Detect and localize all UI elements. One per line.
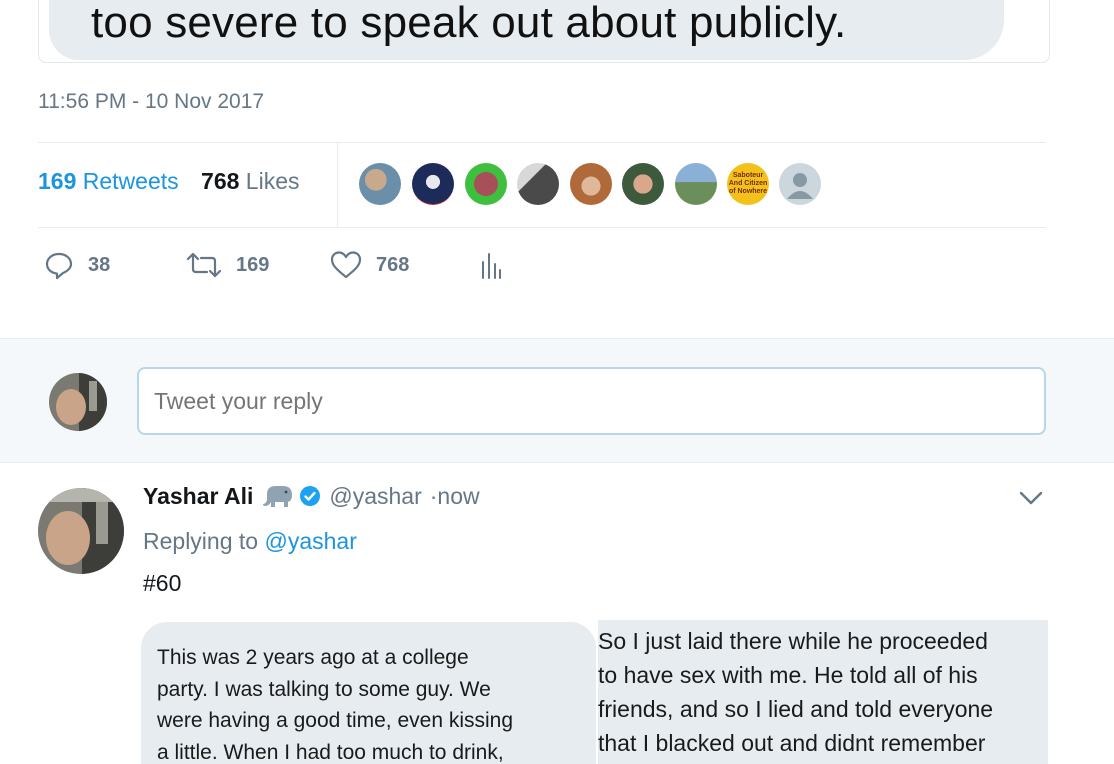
- attached-screenshot-left[interactable]: This was 2 years ago at a college party.…: [141, 622, 596, 764]
- tweet-timestamp[interactable]: 11:56 PM - 10 Nov 2017: [38, 90, 264, 114]
- like-button[interactable]: 768: [330, 250, 409, 280]
- like-count: 768: [376, 253, 410, 276]
- reply-icon: [45, 252, 73, 280]
- avatar-liker-9-default[interactable]: [779, 163, 821, 205]
- author-handle[interactable]: @yashar: [329, 483, 421, 510]
- retweets-stat[interactable]: 169 Retweets: [38, 168, 179, 194]
- replying-to-mention[interactable]: @yashar: [264, 528, 356, 554]
- avatar-liker-1[interactable]: [359, 163, 401, 205]
- retweet-icon: [186, 252, 222, 278]
- tweet-text: #60: [143, 570, 182, 596]
- replying-to: Replying to @yashar: [143, 528, 357, 554]
- chevron-down-icon[interactable]: [1018, 487, 1044, 514]
- divider: [38, 227, 1046, 228]
- likes-stat[interactable]: 768 Likes: [185, 168, 299, 194]
- tweet-time[interactable]: ·now: [430, 483, 480, 510]
- avatar-liker-7[interactable]: [675, 163, 717, 205]
- screenshot-right-text: So I just laid there while he proceeded …: [598, 628, 994, 756]
- avatar-liker-4[interactable]: [517, 163, 559, 205]
- quoted-text: too severe to speak out about publicly.: [91, 0, 847, 47]
- tweet-stats: 169 Retweets 768 Likes: [38, 168, 300, 195]
- avatar-liker-2[interactable]: [412, 163, 454, 205]
- analytics-icon: [482, 253, 501, 279]
- current-user-avatar[interactable]: [49, 373, 107, 431]
- verified-badge-icon: [300, 486, 321, 506]
- attached-screenshot-right[interactable]: So I just laid there while he proceeded …: [598, 620, 1048, 764]
- reply-count: 38: [88, 253, 111, 276]
- author-avatar[interactable]: [38, 488, 124, 574]
- reply-composer: [0, 338, 1114, 463]
- retweet-count: 169: [236, 253, 270, 276]
- tweet-header: Yashar Ali @yashar ·now: [143, 482, 480, 510]
- avatar-liker-6[interactable]: [622, 163, 664, 205]
- author-name[interactable]: Yashar Ali: [143, 483, 253, 510]
- reply-button[interactable]: 38: [44, 250, 110, 280]
- elephant-icon: [263, 486, 293, 507]
- stats-separator: [337, 143, 338, 227]
- analytics-button[interactable]: [480, 250, 502, 280]
- screenshot-left-text: This was 2 years ago at a college party.…: [157, 646, 514, 764]
- avatar-liker-3[interactable]: [465, 163, 507, 205]
- retweet-button[interactable]: 169: [186, 250, 269, 280]
- heart-icon: [330, 251, 362, 279]
- quoted-image-card[interactable]: too severe to speak out about publicly.: [38, 0, 1050, 63]
- tweet-reply-input[interactable]: [137, 367, 1046, 435]
- avatar-liker-5[interactable]: [570, 163, 612, 205]
- avatar-liker-8[interactable]: Saboteur And Citizen of Nowhere: [727, 163, 769, 205]
- divider: [38, 142, 1046, 143]
